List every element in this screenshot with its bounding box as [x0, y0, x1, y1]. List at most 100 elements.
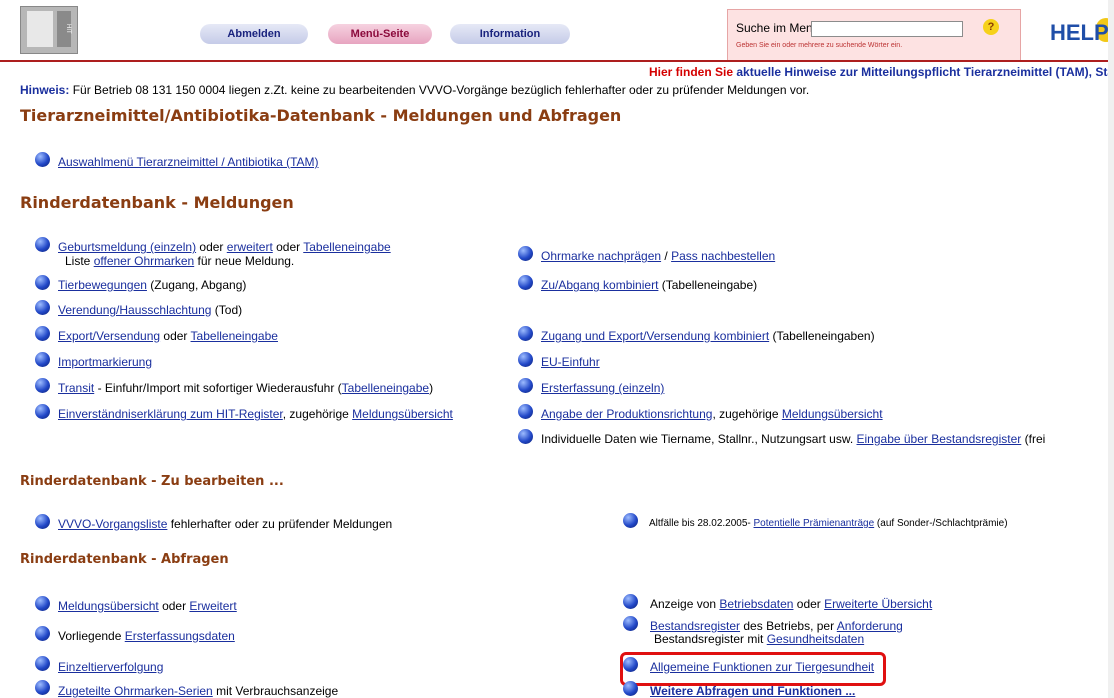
list-item-einzeltierverfolgung: Einzeltierverfolgung — [58, 660, 163, 674]
search-input[interactable] — [811, 21, 963, 37]
item-text: oder — [196, 240, 227, 254]
bullet-icon — [35, 275, 50, 290]
list-item-eu-einfuhr: EU-Einfuhr — [541, 355, 600, 369]
highlight-box — [620, 652, 886, 686]
list-item-bestandsregister: Bestandsregister des Betriebs, per Anfor… — [650, 619, 903, 633]
eu-einfuhr-link[interactable]: EU-Einfuhr — [541, 355, 600, 369]
logo-text: HIT — [57, 11, 71, 47]
export-tabelleneingabe-link[interactable]: Tabelleneingabe — [191, 329, 278, 343]
bullet-icon — [35, 352, 50, 367]
einzeltierverfolgung-link[interactable]: Einzeltierverfolgung — [58, 660, 163, 674]
meldungsuebersicht-erweitert-link[interactable]: Erweitert — [189, 599, 236, 613]
bullet-icon — [518, 404, 533, 419]
einverstaendnis-link[interactable]: Einverständniserklärung zum HIT-Register — [58, 407, 283, 421]
ohrmarken-serien-link[interactable]: Zugeteilte Ohrmarken-Serien — [58, 684, 213, 698]
praemienantraege-link[interactable]: Potentielle Prämienanträge — [754, 518, 875, 529]
list-item-zuabgang: Zu/Abgang kombiniert (Tabelleneingabe) — [541, 278, 757, 292]
geburtsmeldung-link[interactable]: Geburtsmeldung (einzeln) — [58, 240, 196, 254]
bullet-icon — [35, 680, 50, 695]
list-item-verendung: Verendung/Hausschlachtung (Tod) — [58, 303, 242, 317]
bullet-icon — [35, 626, 50, 641]
bullet-icon — [623, 513, 638, 528]
offene-ohrmarken-link[interactable]: offener Ohrmarken — [94, 254, 195, 268]
search-help-icon[interactable]: ? — [983, 19, 999, 35]
zugang-export-link[interactable]: Zugang und Export/Versendung kombiniert — [541, 329, 769, 343]
geburt-erweitert-link[interactable]: erweitert — [227, 240, 273, 254]
item-text: fehlerhafter oder zu prüfender Meldungen — [167, 517, 393, 531]
transit-link[interactable]: Transit — [58, 381, 94, 395]
item-text: (auf Sonder-/Schlachtprämie) — [874, 518, 1008, 529]
list-item-transit: Transit - Einfuhr/Import mit sofortiger … — [58, 381, 433, 395]
ersterfassungsdaten-link[interactable]: Ersterfassungsdaten — [125, 629, 235, 643]
prod-meldungsuebersicht-link[interactable]: Meldungsübersicht — [782, 407, 883, 421]
list-item-geburt-sub: Liste offener Ohrmarken für neue Meldung… — [65, 254, 294, 268]
bullet-icon — [35, 378, 50, 393]
item-text: (Tod) — [211, 303, 243, 317]
list-item-ersterfassungsdaten: Vorliegende Ersterfassungsdaten — [58, 629, 235, 643]
scrollbar-edge[interactable] — [1108, 0, 1114, 698]
item-text: (frei — [1021, 432, 1046, 446]
verendung-link[interactable]: Verendung/Hausschlachtung — [58, 303, 211, 317]
anforderung-link[interactable]: Anforderung — [837, 619, 903, 633]
list-item-produktionsrichtung: Angabe der Produktionsrichtung, zugehöri… — [541, 407, 883, 421]
gesundheitsdaten-link[interactable]: Gesundheitsdaten — [767, 632, 864, 646]
bestandsregister-eingabe-link[interactable]: Eingabe über Bestandsregister — [857, 432, 1022, 446]
search-hint: Geben Sie ein oder mehrere zu suchende W… — [736, 42, 903, 49]
tam-menu-link[interactable]: Auswahlmenü Tierarzneimittel / Antibioti… — [58, 155, 319, 169]
betriebsdaten-link[interactable]: Betriebsdaten — [719, 597, 793, 611]
hinweis-line: Hinweis: Für Betrieb 08 131 150 0004 lie… — [20, 83, 809, 97]
zuabgang-link[interactable]: Zu/Abgang kombiniert — [541, 278, 658, 292]
item-text: Liste — [65, 254, 94, 268]
meldungen-section-title: Rinderdatenbank - Meldungen — [20, 193, 294, 212]
notice-link[interactable]: aktuelle Hinweise zur Mitteilungspflicht… — [736, 65, 1114, 79]
ohrmarke-nachpraegen-link[interactable]: Ohrmarke nachprägen — [541, 249, 661, 263]
list-item-ersterfassung: Ersterfassung (einzeln) — [541, 381, 664, 395]
bullet-icon — [518, 246, 533, 261]
pass-nachbestellen-link[interactable]: Pass nachbestellen — [671, 249, 775, 263]
item-text: Vorliegende — [58, 629, 125, 643]
menu-search-box: Suche im Menü: ? Geben Sie ein oder mehr… — [727, 9, 1021, 62]
bullet-icon — [518, 378, 533, 393]
list-item-geburt: Geburtsmeldung (einzeln) oder erweitert … — [58, 240, 391, 254]
item-text: oder — [158, 599, 190, 613]
menu-page-button[interactable]: Menü-Seite — [328, 24, 432, 44]
bullet-icon — [518, 326, 533, 341]
item-text: Altfälle bis 28.02.2005- — [649, 518, 754, 529]
item-text: des Betriebs, per — [740, 619, 837, 633]
produktionsrichtung-link[interactable]: Angabe der Produktionsrichtung — [541, 407, 712, 421]
bullet-icon — [35, 152, 50, 167]
search-label: Suche im Menü: — [736, 21, 823, 35]
hinweis-label: Hinweis: — [20, 83, 70, 97]
list-item-bestandsregister-sub: Bestandsregister mit Gesundheitsdaten — [654, 632, 864, 646]
bearbeiten-section-title: Rinderdatenbank - Zu bearbeiten ... — [20, 474, 284, 489]
list-item-import: Importmarkierung — [58, 355, 152, 369]
tierbewegungen-link[interactable]: Tierbewegungen — [58, 278, 147, 292]
logout-button[interactable]: Abmelden — [200, 24, 308, 44]
item-text: - Einfuhr/Import mit sofortiger Wiederau… — [94, 381, 342, 395]
tam-section-title: Tierarzneimittel/Antibiotika-Datenbank -… — [20, 106, 622, 125]
export-link[interactable]: Export/Versendung — [58, 329, 160, 343]
geburt-tabelleneingabe-link[interactable]: Tabelleneingabe — [303, 240, 390, 254]
item-text: , zugehörige — [282, 407, 353, 421]
item-text: oder — [272, 240, 304, 254]
hit-logo[interactable]: HIT — [20, 6, 78, 54]
list-item-meldungsuebersicht: Meldungsübersicht oder Erweitert — [58, 599, 237, 613]
logo-graphic — [27, 11, 53, 47]
weitere-abfragen-link[interactable]: Weitere Abfragen und Funktionen ... — [650, 684, 855, 698]
erweiterte-uebersicht-link[interactable]: Erweiterte Übersicht — [824, 597, 932, 611]
item-text: Bestandsregister mit — [654, 632, 767, 646]
vvvo-vorgangsliste-link[interactable]: VVVO-Vorgangsliste — [58, 517, 167, 531]
ersterfassung-link[interactable]: Ersterfassung (einzeln) — [541, 381, 664, 395]
einv-meldungsuebersicht-link[interactable]: Meldungsübersicht — [352, 407, 453, 421]
item-text: Anzeige von — [650, 597, 720, 611]
bullet-icon — [518, 429, 533, 444]
transit-tabelleneingabe-link[interactable]: Tabelleneingabe — [342, 381, 429, 395]
list-item-ohrmarke: Ohrmarke nachprägen / Pass nachbestellen — [541, 249, 775, 263]
importmarkierung-link[interactable]: Importmarkierung — [58, 355, 152, 369]
help-logo[interactable]: HELP — [1050, 20, 1109, 46]
information-button[interactable]: Information — [450, 24, 570, 44]
notice-line[interactable]: Hier finden Sie aktuelle Hinweise zur Mi… — [649, 65, 1114, 79]
meldungsuebersicht-link[interactable]: Meldungsübersicht — [58, 599, 159, 613]
bullet-icon — [35, 514, 50, 529]
bestandsregister-link[interactable]: Bestandsregister — [650, 619, 740, 633]
